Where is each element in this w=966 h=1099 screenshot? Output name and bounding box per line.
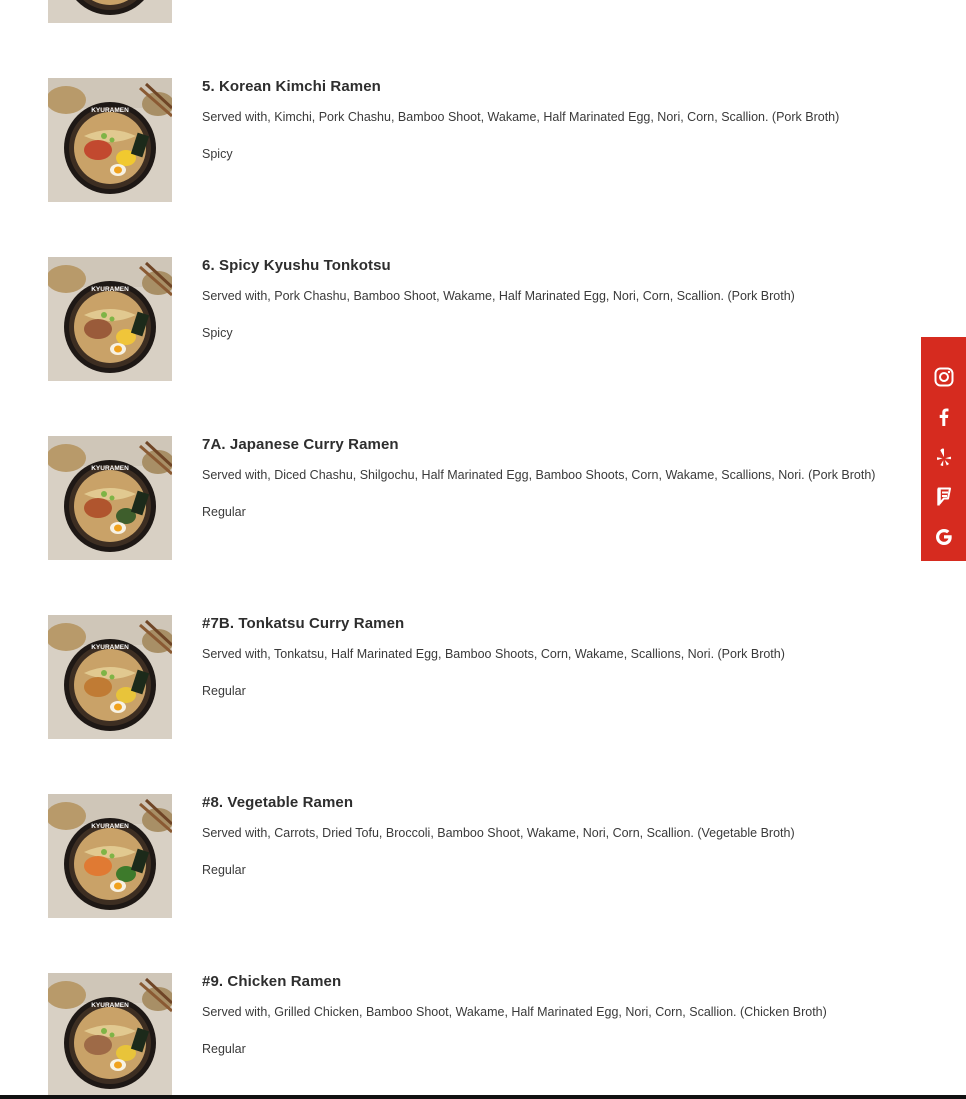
menu-item-tag: Spicy (202, 326, 233, 340)
foursquare-icon (936, 487, 951, 506)
menu-item-title[interactable]: 7A. Japanese Curry Ramen (202, 436, 914, 454)
bowl-brand-label: KYURAMEN (91, 823, 129, 830)
menu-item-description: Served with, Diced Chashu, Shilgochu, Ha… (202, 468, 876, 482)
bowl-brand-label: KYURAMEN (91, 286, 129, 293)
bowl-brand-label: KYURAMEN (91, 107, 129, 114)
menu-item-tag: Spicy (202, 147, 233, 161)
facebook-icon (939, 408, 948, 426)
instagram-link[interactable] (924, 357, 964, 397)
menu-item-description: Served with, Grilled Chicken, Bamboo Sho… (202, 1005, 827, 1019)
menu-item[interactable]: KYURAMEN (0, 0, 920, 78)
social-sidebar (921, 337, 966, 561)
menu-item-tag: Regular (202, 505, 246, 519)
menu-item-tag: Regular (202, 684, 246, 698)
menu-item-info: #9. Chicken Ramen Served with, Grilled C… (202, 973, 914, 1057)
facebook-link[interactable] (924, 397, 964, 437)
menu-item-tag: Regular (202, 1042, 246, 1056)
menu-item-info: 6. Spicy Kyushu Tonkotsu Served with, Po… (202, 257, 914, 341)
ramen-bowl-illustration: KYURAMEN (48, 436, 172, 560)
menu-item-tag: Regular (202, 863, 246, 877)
menu-item-title[interactable]: #8. Vegetable Ramen (202, 794, 914, 812)
menu-page: KYURAMEN KYURAMEN 5. Korean Kimchi Ramen… (0, 0, 966, 1099)
yelp-link[interactable] (924, 437, 964, 477)
yelp-icon (936, 448, 951, 466)
menu-item[interactable]: KYURAMEN 7A. Japanese Curry Ramen Served… (0, 436, 920, 615)
menu-item-title[interactable]: 5. Korean Kimchi Ramen (202, 78, 914, 96)
menu-item[interactable]: KYURAMEN 6. Spicy Kyushu Tonkotsu Served… (0, 257, 920, 436)
menu-item-description: Served with, Carrots, Dried Tofu, Brocco… (202, 826, 795, 840)
ramen-bowl-illustration: KYURAMEN (48, 257, 172, 381)
ramen-bowl-illustration: KYURAMEN (48, 78, 172, 202)
menu-item-info: 7A. Japanese Curry Ramen Served with, Di… (202, 436, 914, 520)
ramen-bowl-image[interactable]: KYURAMEN (48, 0, 172, 23)
ramen-bowl-image[interactable]: KYURAMEN (48, 78, 172, 202)
menu-list: KYURAMEN KYURAMEN 5. Korean Kimchi Ramen… (0, 0, 920, 1099)
bowl-brand-label: KYURAMEN (91, 644, 129, 651)
bowl-brand-label: KYURAMEN (91, 465, 129, 472)
menu-item-info: #8. Vegetable Ramen Served with, Carrots… (202, 794, 914, 878)
ramen-bowl-illustration: KYURAMEN (48, 973, 172, 1097)
ramen-bowl-image[interactable]: KYURAMEN (48, 615, 172, 739)
menu-item[interactable]: KYURAMEN 5. Korean Kimchi Ramen Served w… (0, 78, 920, 257)
menu-item[interactable]: KYURAMEN #9. Chicken Ramen Served with, … (0, 973, 920, 1099)
bowl-brand-label: KYURAMEN (91, 1002, 129, 1009)
ramen-bowl-illustration: KYURAMEN (48, 615, 172, 739)
menu-item-title[interactable]: #9. Chicken Ramen (202, 973, 914, 991)
foursquare-link[interactable] (924, 477, 964, 517)
ramen-bowl-image[interactable]: KYURAMEN (48, 973, 172, 1097)
menu-item-info: #7B. Tonkatsu Curry Ramen Served with, T… (202, 615, 914, 699)
ramen-bowl-image[interactable]: KYURAMEN (48, 257, 172, 381)
google-link[interactable] (924, 517, 964, 557)
google-icon (935, 529, 952, 545)
menu-item[interactable]: KYURAMEN #8. Vegetable Ramen Served with… (0, 794, 920, 973)
ramen-bowl-illustration: KYURAMEN (48, 0, 172, 23)
ramen-bowl-image[interactable]: KYURAMEN (48, 794, 172, 918)
menu-item-description: Served with, Pork Chashu, Bamboo Shoot, … (202, 289, 795, 303)
menu-item-description: Served with, Kimchi, Pork Chashu, Bamboo… (202, 110, 840, 124)
footer-divider (0, 1095, 966, 1099)
ramen-bowl-illustration: KYURAMEN (48, 794, 172, 918)
menu-item[interactable]: KYURAMEN #7B. Tonkatsu Curry Ramen Serve… (0, 615, 920, 794)
menu-item-title[interactable]: #7B. Tonkatsu Curry Ramen (202, 615, 914, 633)
menu-item-info: 5. Korean Kimchi Ramen Served with, Kimc… (202, 78, 914, 162)
menu-item-title[interactable]: 6. Spicy Kyushu Tonkotsu (202, 257, 914, 275)
menu-item-description: Served with, Tonkatsu, Half Marinated Eg… (202, 647, 785, 661)
ramen-bowl-image[interactable]: KYURAMEN (48, 436, 172, 560)
instagram-icon (934, 367, 953, 387)
